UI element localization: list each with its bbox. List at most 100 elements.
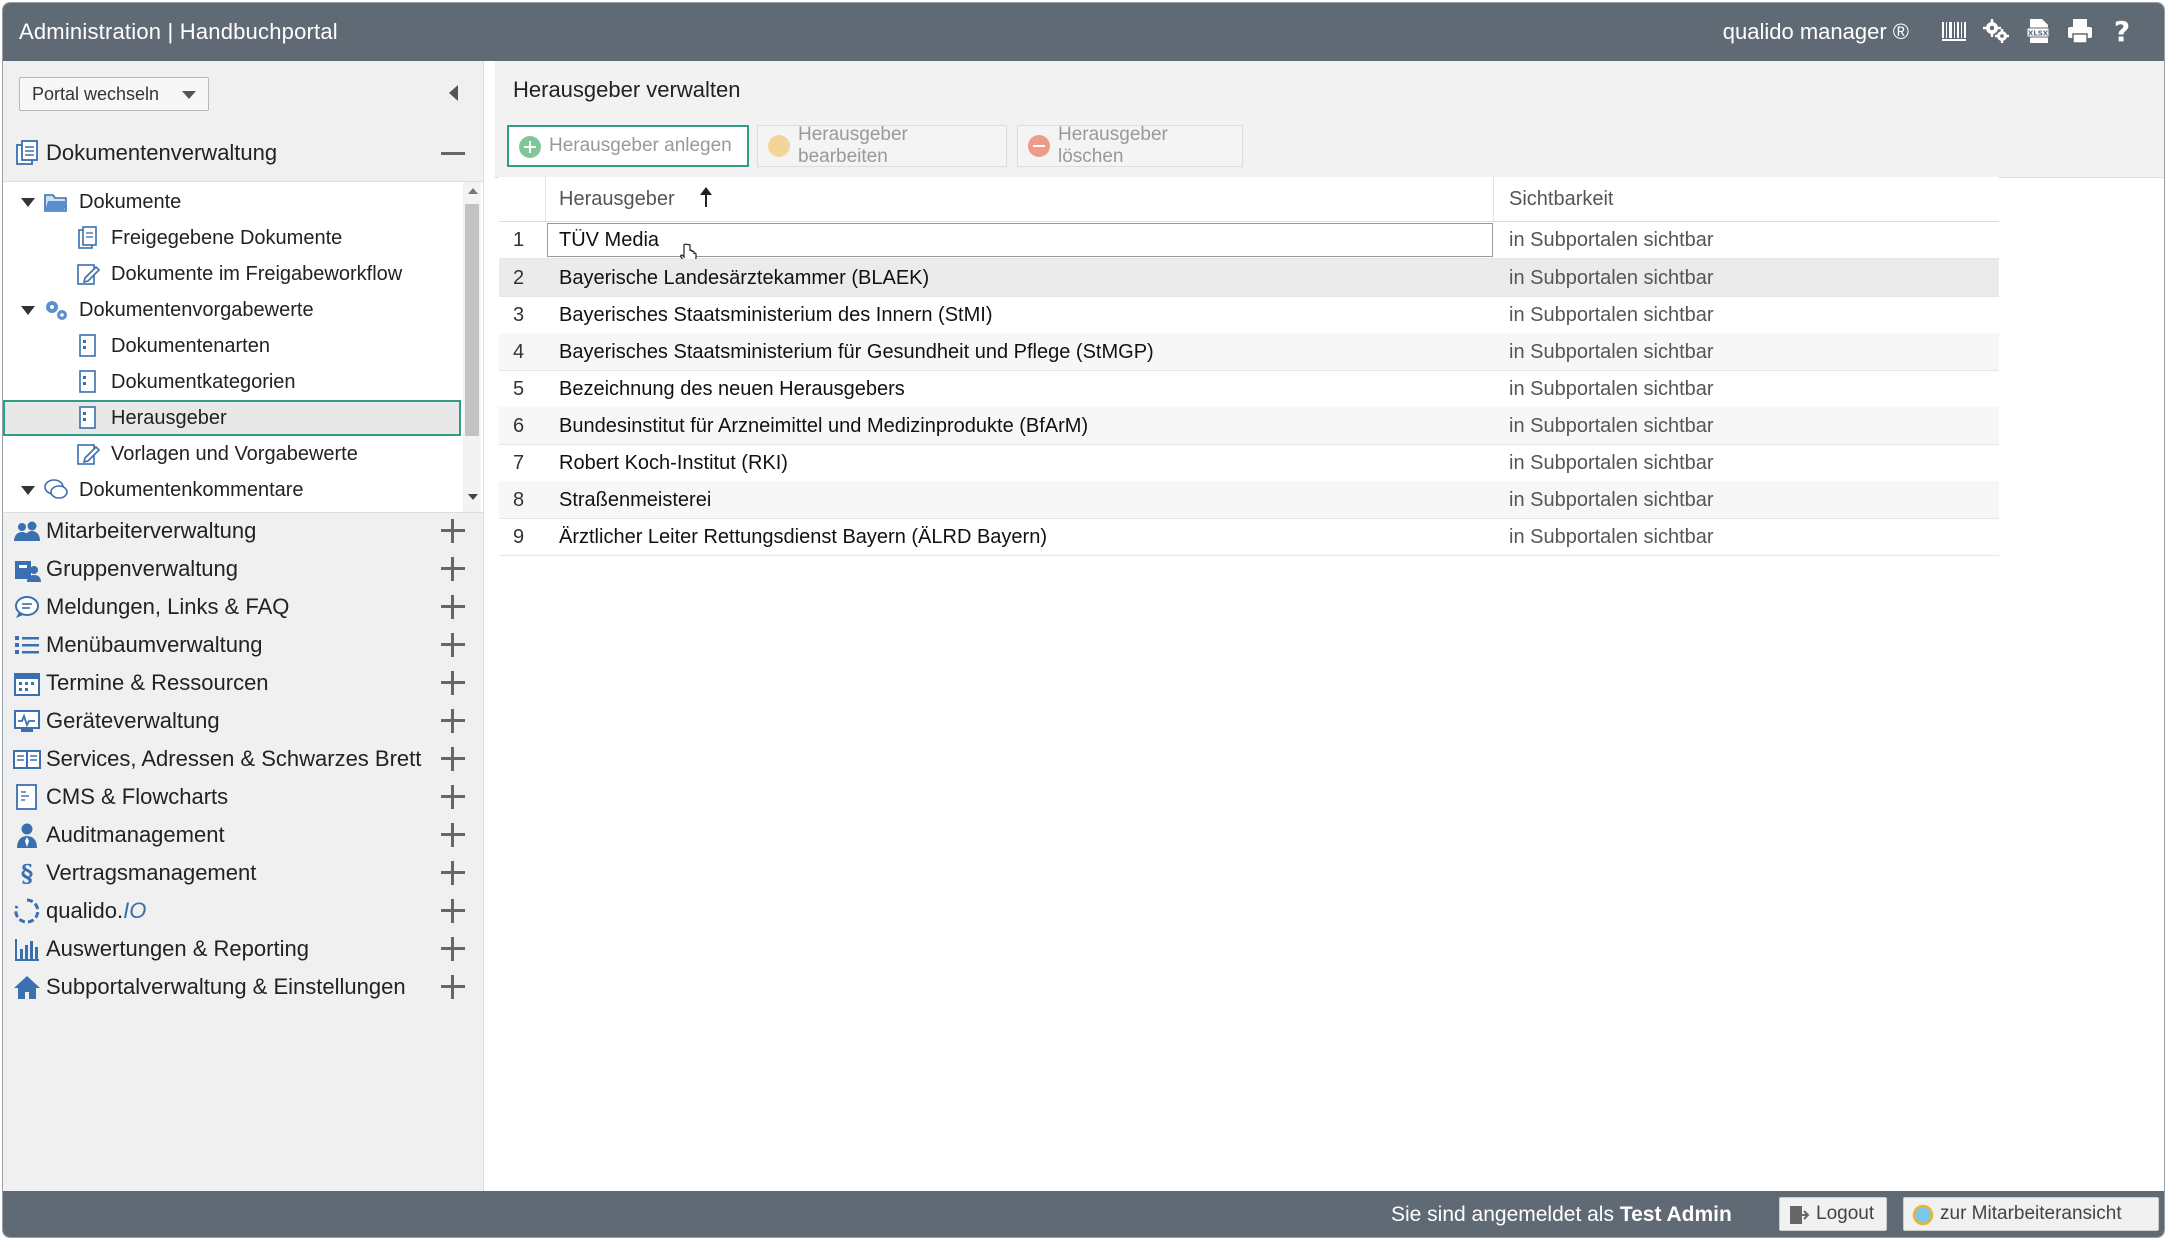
document-icon xyxy=(78,226,97,249)
publisher-name-cell: Bezeichnung des neuen Herausgebers xyxy=(559,378,905,400)
section-label: Dokumentenverwaltung xyxy=(46,140,278,165)
settings-gears-icon[interactable] xyxy=(1982,15,2010,47)
collapse-sidebar-icon[interactable] xyxy=(449,85,458,101)
expand-plus-icon[interactable] xyxy=(441,823,465,847)
main-panel: Herausgeber verwalten Herausgeber anlege… xyxy=(495,61,2164,1191)
row-number: 3 xyxy=(513,304,525,326)
tree-label: Vorlagen und Vorgabewerte xyxy=(111,442,358,465)
table-row[interactable]: 2 Bayerische Landesärztekammer (BLAEK) i… xyxy=(499,259,1999,297)
add-icon xyxy=(519,136,541,158)
tree-label: Dokumente xyxy=(79,190,182,213)
print-icon[interactable] xyxy=(2066,15,2094,47)
section-subportalverwaltung[interactable]: Subportalverwaltung & Einstellungen xyxy=(3,961,483,1013)
visibility-cell: in Subportalen sichtbar xyxy=(1509,304,1714,326)
edit-publisher-button[interactable]: Herausgeber bearbeiten xyxy=(757,124,1007,167)
tree-item-freigegebene-dokumente[interactable]: Freigegebene Dokumente xyxy=(3,220,461,256)
delete-publisher-button[interactable]: Herausgeber löschen xyxy=(1017,124,1243,167)
bar-chart-icon xyxy=(15,939,39,961)
portal-switch-dropdown[interactable]: Portal wechseln xyxy=(19,77,209,111)
auditor-icon xyxy=(17,823,37,848)
section-dokumentenverwaltung[interactable]: Dokumentenverwaltung xyxy=(3,127,483,179)
expand-plus-icon[interactable] xyxy=(441,633,465,657)
button-label: Herausgeber bearbeiten xyxy=(798,124,908,167)
scroll-thumb[interactable] xyxy=(465,204,479,436)
paragraph-icon: § xyxy=(21,859,34,887)
scroll-up-icon[interactable] xyxy=(468,188,478,194)
tree-label: Dokumentkategorien xyxy=(111,370,296,393)
section-label: Mitarbeiterverwaltung xyxy=(46,518,257,543)
current-user: Test Admin xyxy=(1619,1203,1732,1226)
table-row[interactable]: 9 Ärztlicher Leiter Rettungsdienst Bayer… xyxy=(499,518,1999,556)
section-label: qualido.IO xyxy=(46,898,147,923)
xlsx-export-icon[interactable]: XLSX xyxy=(2024,15,2052,47)
expand-plus-icon[interactable] xyxy=(441,557,465,581)
section-label: Services, Adressen & Schwarzes Brett xyxy=(46,746,422,771)
column-header-herausgeber[interactable]: Herausgeber xyxy=(559,188,675,211)
expand-plus-icon[interactable] xyxy=(441,709,465,733)
visibility-cell: in Subportalen sichtbar xyxy=(1509,415,1714,437)
table-row[interactable]: 5 Bezeichnung des neuen Herausgebers in … xyxy=(499,370,1999,408)
expand-arrow-icon[interactable] xyxy=(21,198,35,207)
visibility-cell: in Subportalen sichtbar xyxy=(1509,378,1714,400)
tree-item-herausgeber[interactable]: Herausgeber xyxy=(3,400,461,436)
expand-plus-icon[interactable] xyxy=(441,899,465,923)
column-separator xyxy=(545,177,546,221)
logout-icon xyxy=(1790,1206,1810,1224)
employee-view-button[interactable]: zur Mitarbeiteransicht xyxy=(1903,1197,2159,1231)
expand-arrow-icon[interactable] xyxy=(21,486,35,495)
barcode-icon[interactable] xyxy=(1940,15,1968,47)
table-row[interactable]: 3 Bayerisches Staatsministerium des Inne… xyxy=(499,296,1999,334)
tree-item-dokumente-im-freigabeworkflow[interactable]: Dokumente im Freigabeworkflow xyxy=(3,256,461,292)
table-row[interactable]: 8 Straßenmeisterei in Subportalen sichtb… xyxy=(499,481,1999,519)
expand-plus-icon[interactable] xyxy=(441,519,465,543)
chevron-down-icon xyxy=(182,91,196,99)
tree-item-dokumente[interactable]: Dokumente xyxy=(3,184,461,220)
scroll-down-icon[interactable] xyxy=(468,494,478,500)
expand-plus-icon[interactable] xyxy=(441,671,465,695)
visibility-cell: in Subportalen sichtbar xyxy=(1509,267,1714,289)
logout-button[interactable]: Logout xyxy=(1779,1197,1887,1231)
table-row[interactable]: 7 Robert Koch-Institut (RKI) in Subporta… xyxy=(499,444,1999,482)
tree-item-dokumentenkommentare[interactable]: Dokumentenkommentare xyxy=(3,472,461,508)
delete-icon xyxy=(1028,135,1050,157)
template-edit-icon xyxy=(77,444,101,465)
table-row[interactable]: 6 Bundesinstitut für Arzneimittel und Me… xyxy=(499,407,1999,445)
expand-arrow-icon[interactable] xyxy=(21,306,35,315)
expand-plus-icon[interactable] xyxy=(441,975,465,999)
tree-item-dokumentkategorien[interactable]: Dokumentkategorien xyxy=(3,364,461,400)
sidebar: Portal wechseln Dokumentenverwaltung Dok… xyxy=(3,61,484,1191)
table-row[interactable]: 4 Bayerisches Staatsministerium für Gesu… xyxy=(499,333,1999,371)
button-label: Herausgeber löschen xyxy=(1058,124,1168,167)
edit-pencil-icon xyxy=(768,135,790,157)
row-number: 9 xyxy=(513,526,525,548)
tree-item-dokumentenarten[interactable]: Dokumentenarten xyxy=(3,328,461,364)
add-publisher-button[interactable]: Herausgeber anlegen xyxy=(507,125,749,167)
expand-plus-icon[interactable] xyxy=(441,747,465,771)
expand-plus-icon[interactable] xyxy=(441,595,465,619)
table-header: Herausgeber Sichtbarkeit xyxy=(499,177,1999,222)
header-icon-bar: XLSX ? xyxy=(1940,15,2136,47)
table-row[interactable]: 1 in Subportalen sichtbar xyxy=(499,221,1999,265)
portal-switch-label: Portal wechseln xyxy=(32,83,160,104)
top-header: Administration | Handbuchportal qualido … xyxy=(3,3,2164,61)
row-number: 1 xyxy=(513,229,525,251)
section-label: Vertragsmanagement xyxy=(46,860,257,885)
tree-item-dokumentenvorgabewerte[interactable]: Dokumentenvorgabewerte xyxy=(3,292,461,328)
expand-plus-icon[interactable] xyxy=(441,861,465,885)
publisher-name-cell: Robert Koch-Institut (RKI) xyxy=(559,452,788,474)
main-title-bar: Herausgeber verwalten xyxy=(495,61,2164,118)
visibility-cell: in Subportalen sichtbar xyxy=(1509,489,1714,511)
tree-item-vorlagen-und-vorgabewerte[interactable]: Vorlagen und Vorgabewerte xyxy=(3,436,461,472)
expand-plus-icon[interactable] xyxy=(441,785,465,809)
sort-ascending-icon[interactable] xyxy=(700,187,712,207)
logged-in-status: Sie sind angemeldet als Test Admin xyxy=(1391,1203,1732,1226)
section-label: Auswertungen & Reporting xyxy=(46,936,309,961)
help-icon[interactable]: ? xyxy=(2108,15,2136,47)
column-header-sichtbarkeit[interactable]: Sichtbarkeit xyxy=(1509,188,1614,211)
collapse-minus-icon[interactable] xyxy=(441,151,465,155)
publisher-name-cell: Straßenmeisterei xyxy=(559,489,712,511)
expand-plus-icon[interactable] xyxy=(441,937,465,961)
row-number: 7 xyxy=(513,452,525,474)
tree-scrollbar[interactable] xyxy=(463,182,481,512)
section-label: Menübaumverwaltung xyxy=(46,632,263,657)
